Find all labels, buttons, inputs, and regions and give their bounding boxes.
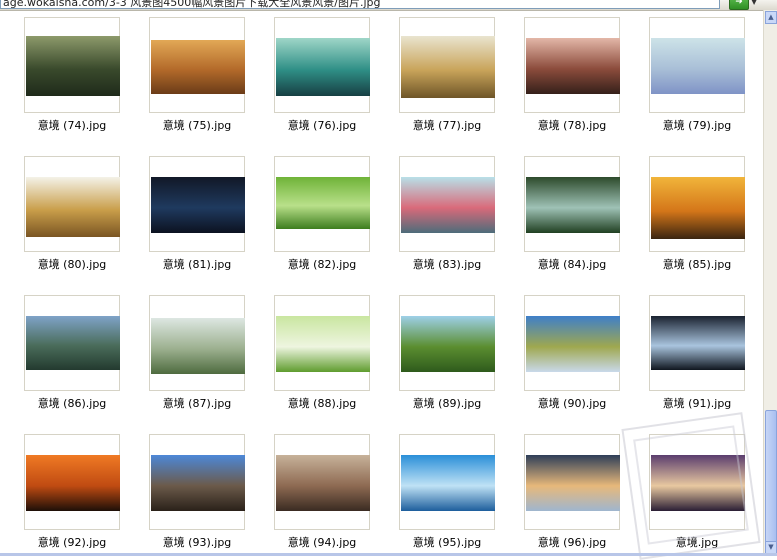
thumbnail-frame[interactable] (524, 295, 620, 391)
thumbnail-item[interactable]: 意境 (86).jpg (24, 295, 120, 419)
thumbnail-image[interactable] (401, 177, 495, 233)
thumbnail-frame[interactable] (149, 156, 245, 252)
thumbnail-image[interactable] (26, 455, 120, 511)
thumbnail-item[interactable]: 意境 (75).jpg (149, 17, 245, 141)
thumbnail-image[interactable] (526, 455, 620, 511)
thumbnail-image[interactable] (651, 177, 745, 239)
thumbnail-item[interactable]: 意境 (82).jpg (274, 156, 370, 280)
thumbnail-image[interactable] (526, 177, 620, 233)
thumbnail-frame[interactable] (524, 17, 620, 113)
thumbnail-item[interactable]: 意境 (80).jpg (24, 156, 120, 280)
thumbnail-item[interactable]: 意境 (81).jpg (149, 156, 245, 280)
thumbnail-caption[interactable]: 意境 (85).jpg (637, 256, 757, 272)
thumbnail-frame[interactable] (399, 434, 495, 530)
thumbnail-item[interactable]: 意境 (83).jpg (399, 156, 495, 280)
thumbnail-caption[interactable]: 意境 (82).jpg (262, 256, 382, 272)
watermark-frame-inner (633, 425, 749, 545)
thumbnail-image[interactable] (26, 316, 120, 370)
thumbnail-item[interactable]: 意境 (92).jpg (24, 434, 120, 556)
thumbnail-caption[interactable]: 意境 (87).jpg (137, 395, 257, 411)
thumbnail-caption[interactable]: 意境 (78).jpg (512, 117, 632, 133)
thumbnail-item[interactable]: 意境 (91).jpg (649, 295, 745, 419)
thumbnail-item[interactable]: 意境 (89).jpg (399, 295, 495, 419)
thumbnail-item[interactable]: 意境 (84).jpg (524, 156, 620, 280)
thumbnail-image[interactable] (276, 177, 370, 229)
thumbnail-image[interactable] (151, 455, 245, 511)
vertical-scrollbar[interactable]: ▲ ▼ (763, 10, 777, 556)
thumbnail-image[interactable] (26, 36, 120, 96)
thumbnail-caption[interactable]: 意境 (86).jpg (12, 395, 132, 411)
thumbnail-frame[interactable] (649, 17, 745, 113)
thumbnail-image[interactable] (401, 36, 495, 98)
thumbnail-caption[interactable]: 意境 (94).jpg (262, 534, 382, 550)
thumbnail-image[interactable] (151, 177, 245, 233)
thumbnail-caption[interactable]: 意境 (96).jpg (512, 534, 632, 550)
thumbnail-item[interactable]: 意境 (90).jpg (524, 295, 620, 419)
thumbnail-image[interactable] (276, 38, 370, 96)
thumbnail-frame[interactable] (524, 434, 620, 530)
thumbnail-image[interactable] (151, 318, 245, 374)
thumbnail-caption[interactable]: 意境 (79).jpg (637, 117, 757, 133)
thumbnail-image[interactable] (526, 316, 620, 372)
thumbnail-frame[interactable] (649, 156, 745, 252)
thumbnail-item[interactable]: 意境 (88).jpg (274, 295, 370, 419)
thumbnail-frame[interactable] (274, 295, 370, 391)
thumbnail-frame[interactable] (24, 295, 120, 391)
address-input[interactable]: age.wokaisha.com/3-3 风景图4500幅风景图片下载大全风景风… (0, 0, 720, 9)
thumbnail-frame[interactable] (274, 17, 370, 113)
thumbnail-frame[interactable] (149, 295, 245, 391)
thumbnail-image[interactable] (276, 316, 370, 372)
thumbnail-caption[interactable]: 意境 (84).jpg (512, 256, 632, 272)
thumbnail-image[interactable] (401, 316, 495, 372)
thumbnail-item[interactable]: 意境 (78).jpg (524, 17, 620, 141)
thumbnail-item[interactable]: 意境 (96).jpg (524, 434, 620, 556)
thumbnail-image[interactable] (151, 40, 245, 94)
thumbnail-caption[interactable]: 意境 (75).jpg (137, 117, 257, 133)
thumbnail-frame[interactable] (149, 434, 245, 530)
thumbnail-frame[interactable] (274, 434, 370, 530)
go-dropdown-icon[interactable]: ▼ (751, 0, 757, 6)
thumbnail-item[interactable]: 意境 (95).jpg (399, 434, 495, 556)
thumbnail-item[interactable]: 意境 (74).jpg (24, 17, 120, 141)
thumbnail-frame[interactable] (24, 156, 120, 252)
thumbnail-caption[interactable]: 意境 (77).jpg (387, 117, 507, 133)
thumbnail-item[interactable]: 意境 (79).jpg (649, 17, 745, 141)
thumbnail-caption[interactable]: 意境 (74).jpg (12, 117, 132, 133)
thumbnail-frame[interactable] (399, 295, 495, 391)
thumbnail-caption[interactable]: 意境 (90).jpg (512, 395, 632, 411)
thumbnail-caption[interactable]: 意境 (89).jpg (387, 395, 507, 411)
thumbnail-frame[interactable] (649, 295, 745, 391)
thumbnail-caption[interactable]: 意境 (81).jpg (137, 256, 257, 272)
thumbnail-image[interactable] (276, 455, 370, 511)
thumbnail-frame[interactable] (399, 17, 495, 113)
thumbnail-frame[interactable] (24, 434, 120, 530)
thumbnail-caption[interactable]: 意境 (88).jpg (262, 395, 382, 411)
thumbnail-frame[interactable] (24, 17, 120, 113)
thumbnail-caption[interactable]: 意境 (76).jpg (262, 117, 382, 133)
thumbnail-caption[interactable]: 意境 (92).jpg (12, 534, 132, 550)
thumbnail-caption[interactable]: 意境 (83).jpg (387, 256, 507, 272)
scroll-up-icon[interactable]: ▲ (765, 11, 777, 24)
thumbnail-item[interactable]: 意境 (77).jpg (399, 17, 495, 141)
thumbnail-image[interactable] (401, 455, 495, 511)
thumbnail-frame[interactable] (149, 17, 245, 113)
thumbnail-frame[interactable] (274, 156, 370, 252)
thumbnail-frame[interactable] (524, 156, 620, 252)
thumbnail-image[interactable] (651, 316, 745, 370)
thumbnail-item[interactable]: 意境 (94).jpg (274, 434, 370, 556)
thumbnail-caption[interactable]: 意境 (91).jpg (637, 395, 757, 411)
thumbnail-caption[interactable]: 意境 (93).jpg (137, 534, 257, 550)
thumbnail-item[interactable]: 意境 (87).jpg (149, 295, 245, 419)
thumbnail-frame[interactable] (399, 156, 495, 252)
scrollbar-thumb[interactable] (765, 410, 777, 546)
thumbnail-image[interactable] (526, 38, 620, 94)
thumbnail-caption[interactable]: 意境 (80).jpg (12, 256, 132, 272)
thumbnail-item[interactable]: 意境 (93).jpg (149, 434, 245, 556)
thumbnail-caption[interactable]: 意境 (95).jpg (387, 534, 507, 550)
thumbnail-item[interactable]: 意境 (85).jpg (649, 156, 745, 280)
go-button[interactable]: ➜ (729, 0, 749, 10)
thumbnail-image[interactable] (651, 38, 745, 94)
thumbnail-item[interactable]: 意境 (76).jpg (274, 17, 370, 141)
thumbnail-image[interactable] (26, 177, 120, 237)
